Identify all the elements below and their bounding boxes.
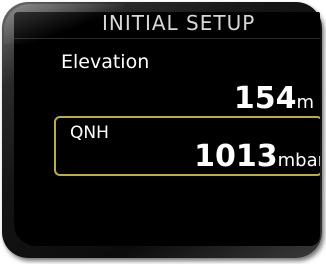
qnh-label: QNH: [70, 123, 109, 143]
qnh-field[interactable]: QNH 1013mbar: [54, 116, 320, 176]
device-bezel: INITIAL SETUP Elevation 154m QNH 1013mba…: [2, 2, 322, 258]
qnh-unit: mbar: [277, 150, 320, 171]
qnh-value-display: 1013mbar: [194, 142, 320, 172]
screen-title: INITIAL SETUP: [102, 12, 256, 35]
elevation-unit: m: [296, 92, 314, 113]
elevation-value: 154: [233, 81, 297, 116]
elevation-field[interactable]: 154m: [234, 84, 314, 114]
title-divider: [14, 38, 320, 39]
elevation-label: Elevation: [61, 51, 150, 73]
qnh-value: 1013: [194, 139, 278, 174]
display-screen: INITIAL SETUP Elevation 154m QNH 1013mba…: [14, 12, 320, 246]
